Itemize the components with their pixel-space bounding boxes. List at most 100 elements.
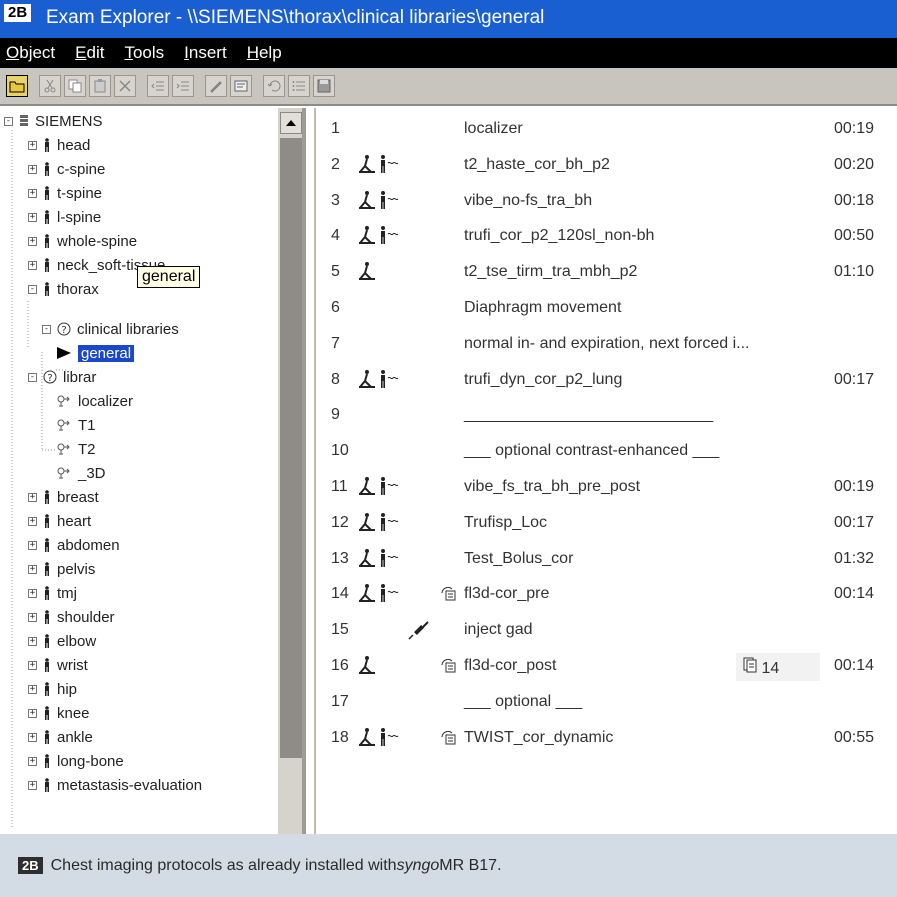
tree-item[interactable]: + shoulder bbox=[28, 606, 115, 628]
protocol-icons bbox=[357, 154, 399, 174]
expand-toggle[interactable]: + bbox=[28, 212, 37, 222]
protocol-row[interactable]: 6 Diaphragm movement bbox=[316, 291, 897, 326]
protocol-row[interactable]: 17 ___ optional ___ bbox=[316, 685, 897, 720]
tree-item[interactable]: + metastasis-evaluation bbox=[28, 774, 202, 796]
expand-toggle[interactable]: + bbox=[28, 612, 37, 622]
tree-item[interactable]: + knee bbox=[28, 702, 90, 724]
menu-edit[interactable]: Edit bbox=[75, 43, 104, 63]
tree-root[interactable]: - SIEMENS bbox=[4, 110, 103, 132]
tree-item[interactable]: T1 bbox=[56, 414, 96, 436]
expand-toggle[interactable]: + bbox=[28, 188, 37, 198]
tree-scrollbar[interactable] bbox=[278, 108, 302, 834]
tree-item[interactable]: + breast bbox=[28, 486, 99, 508]
protocol-row[interactable]: 13 Test_Bolus_cor 01:32 bbox=[316, 542, 897, 577]
expand-toggle[interactable]: + bbox=[28, 516, 37, 526]
protocol-name: ___ optional ___ bbox=[464, 692, 583, 710]
expand-toggle[interactable]: + bbox=[28, 492, 37, 502]
protocol-number: 8 bbox=[331, 370, 340, 388]
protocol-row[interactable]: 5 t2_tse_tirm_tra_mbh_p2 01:10 bbox=[316, 255, 897, 290]
scroll-thumb[interactable] bbox=[280, 138, 302, 758]
tree-item-libraries[interactable]: - ? librar bbox=[28, 366, 96, 388]
tree-item[interactable]: + hip bbox=[28, 678, 77, 700]
protocol-number: 16 bbox=[331, 657, 349, 674]
tree-item-general[interactable]: general bbox=[56, 342, 135, 364]
protocol-name: Test_Bolus_cor bbox=[464, 549, 574, 567]
tree-item[interactable]: + c-spine bbox=[28, 158, 105, 180]
collapse-toggle[interactable]: - bbox=[4, 116, 13, 126]
tree-item[interactable]: + tmj bbox=[28, 582, 77, 604]
protocol-item-icon bbox=[57, 467, 70, 479]
protocol-row[interactable]: 2 t2_haste_cor_bh_p2 00:20 bbox=[316, 148, 897, 183]
collapse-toggle[interactable]: - bbox=[42, 324, 51, 334]
expand-toggle[interactable]: + bbox=[28, 708, 37, 718]
window-title-bar[interactable]: 2B Exam Explorer - \\SIEMENS\thorax\clin… bbox=[0, 0, 897, 38]
copy-button[interactable] bbox=[64, 75, 86, 97]
protocol-icons bbox=[357, 583, 399, 603]
protocol-row[interactable]: 3 vibe_no-fs_tra_bh 00:18 bbox=[316, 184, 897, 219]
outdent-button[interactable] bbox=[147, 75, 169, 97]
person-icon bbox=[45, 610, 49, 624]
menu-object[interactable]: Object bbox=[6, 43, 55, 63]
menu-insert[interactable]: Insert bbox=[184, 43, 227, 63]
tree-item[interactable]: + t-spine bbox=[28, 182, 102, 204]
expand-toggle[interactable]: + bbox=[28, 660, 37, 670]
menu-tools[interactable]: Tools bbox=[124, 43, 164, 63]
protocol-row[interactable]: 9 ____________________________ bbox=[316, 398, 897, 433]
expand-toggle[interactable]: + bbox=[28, 756, 37, 766]
person-breath-icon bbox=[381, 226, 399, 245]
protocol-row[interactable]: 1 localizer 00:19 bbox=[316, 112, 897, 147]
open-folder-button[interactable] bbox=[6, 75, 28, 97]
expand-toggle[interactable]: + bbox=[28, 260, 37, 270]
edit-button[interactable] bbox=[205, 75, 227, 97]
protocol-row[interactable]: 18 TWIST_cor_dynamic 00:55 bbox=[316, 721, 897, 756]
expand-toggle[interactable]: + bbox=[28, 140, 37, 150]
menu-help[interactable]: Help bbox=[247, 43, 282, 63]
expand-toggle[interactable]: - bbox=[28, 284, 37, 294]
tree-item[interactable]: + head bbox=[28, 134, 90, 156]
protocol-row[interactable]: 14 fl3d-cor_pre 00:14 bbox=[316, 577, 897, 612]
protocol-row[interactable]: 10 ___ optional contrast-enhanced ___ bbox=[316, 434, 897, 469]
list-button[interactable] bbox=[288, 75, 310, 97]
tree-item[interactable]: _3D bbox=[56, 462, 106, 484]
tree-item[interactable]: T2 bbox=[56, 438, 96, 460]
tree-item[interactable]: + ankle bbox=[28, 726, 93, 748]
protocol-row[interactable]: 8 trufi_dyn_cor_p2_lung 00:17 bbox=[316, 363, 897, 398]
scroll-up-button[interactable] bbox=[280, 112, 302, 134]
protocol-row[interactable]: 16 fl3d-cor_post 14 00:14 bbox=[316, 649, 897, 684]
tree-item[interactable]: + pelvis bbox=[28, 558, 95, 580]
expand-toggle[interactable]: + bbox=[28, 684, 37, 694]
undo-button[interactable] bbox=[263, 75, 285, 97]
properties-button[interactable] bbox=[230, 75, 252, 97]
tree-item[interactable]: + elbow bbox=[28, 630, 96, 652]
tree-item[interactable]: localizer bbox=[56, 390, 133, 412]
protocol-row[interactable]: 15 inject gad bbox=[316, 613, 897, 648]
expand-toggle[interactable]: + bbox=[28, 732, 37, 742]
tree-item-clinical-libraries[interactable]: - ? clinical libraries bbox=[42, 318, 179, 340]
paste-button[interactable] bbox=[89, 75, 111, 97]
protocol-row[interactable]: 4 trufi_cor_p2_120sl_non-bh 00:50 bbox=[316, 219, 897, 254]
cut-button[interactable] bbox=[39, 75, 61, 97]
expand-toggle[interactable]: + bbox=[28, 780, 37, 790]
expand-toggle[interactable]: + bbox=[28, 540, 37, 550]
tree-item[interactable]: + long-bone bbox=[28, 750, 124, 772]
expand-toggle[interactable]: + bbox=[28, 636, 37, 646]
delete-button[interactable] bbox=[114, 75, 136, 97]
indent-button[interactable] bbox=[172, 75, 194, 97]
tree-item[interactable]: + l-spine bbox=[28, 206, 101, 228]
expand-toggle[interactable]: + bbox=[28, 164, 37, 174]
tree-item[interactable]: + abdomen bbox=[28, 534, 120, 556]
protocol-number: 7 bbox=[331, 334, 340, 352]
tree-item[interactable]: + heart bbox=[28, 510, 91, 532]
expand-toggle[interactable]: + bbox=[28, 588, 37, 598]
protocol-time: 00:20 bbox=[834, 155, 875, 173]
protocol-row[interactable]: 7 normal in- and expiration, next forced … bbox=[316, 327, 897, 362]
save-button[interactable] bbox=[313, 75, 335, 97]
tree-item[interactable]: + wrist bbox=[28, 654, 88, 676]
tree-item[interactable]: - thorax bbox=[28, 278, 99, 300]
expand-toggle[interactable]: + bbox=[28, 236, 37, 246]
expand-toggle[interactable]: + bbox=[28, 564, 37, 574]
collapse-toggle[interactable]: - bbox=[28, 372, 37, 382]
protocol-row[interactable]: 12 Trufisp_Loc 00:17 bbox=[316, 506, 897, 541]
protocol-row[interactable]: 11 vibe_fs_tra_bh_pre_post 00:19 bbox=[316, 470, 897, 505]
tree-item[interactable]: + whole-spine bbox=[28, 230, 137, 252]
